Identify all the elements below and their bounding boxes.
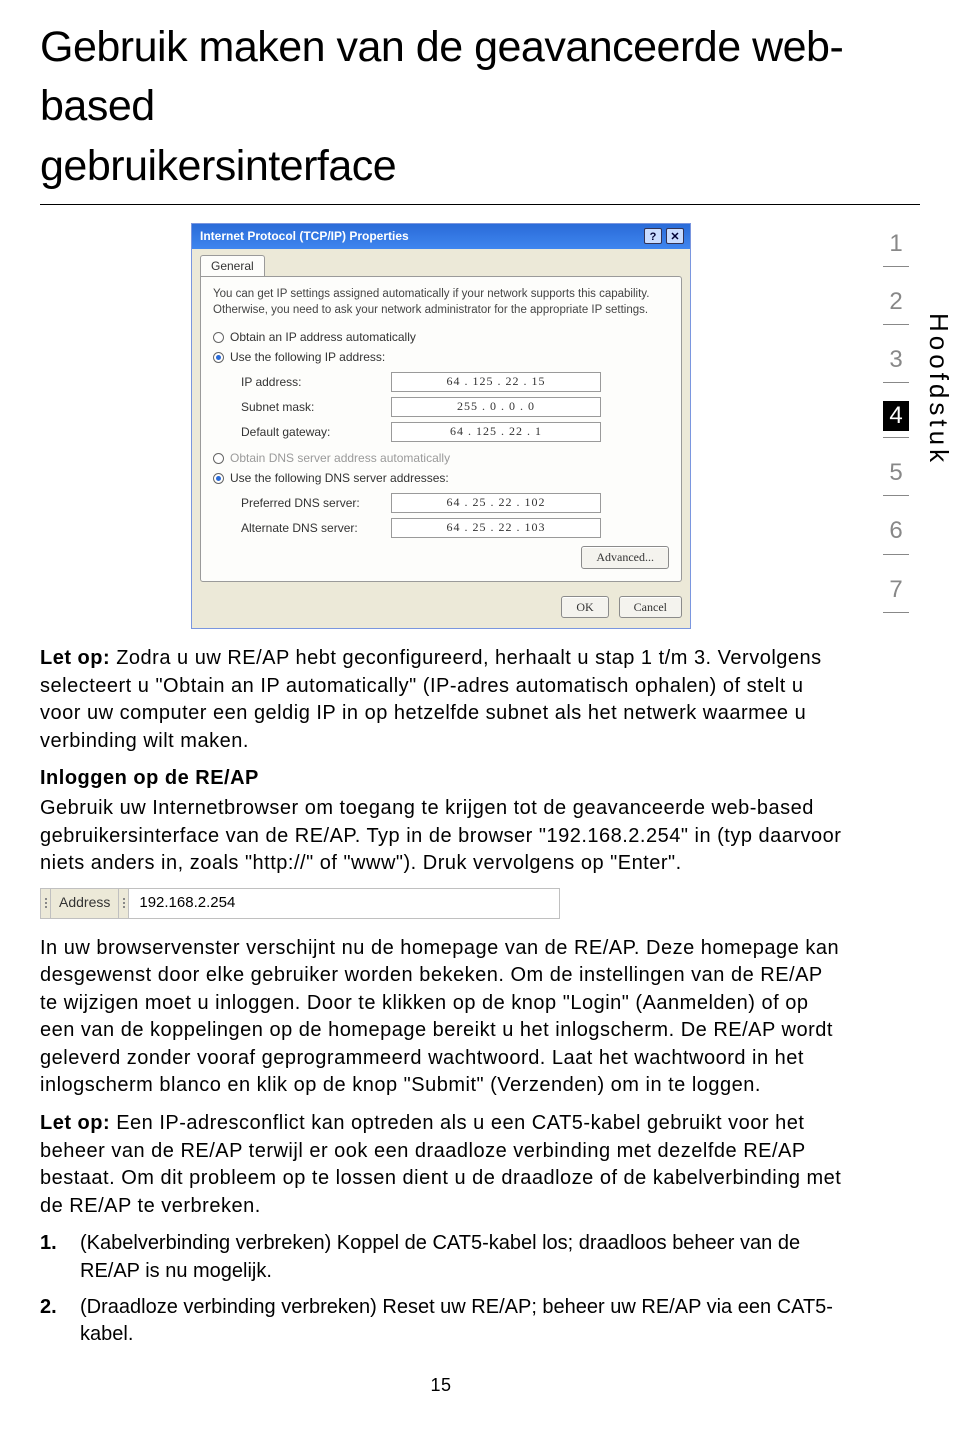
cancel-button[interactable]: Cancel (619, 596, 682, 619)
radio-use-ip[interactable]: Use the following IP address: (213, 349, 669, 366)
dns-fields-grid: Preferred DNS server: 64 . 25 . 22 . 102… (241, 493, 669, 538)
help-icon[interactable]: ? (644, 228, 662, 244)
input-subnet-mask[interactable]: 255 . 0 . 0 . 0 (391, 397, 601, 417)
browser-address-bar: Address 192.168.2.254 (40, 888, 560, 919)
chapter-num-3: 3 (866, 343, 926, 376)
dialog-body: You can get IP settings assigned automat… (200, 276, 682, 581)
heading-line2: gebruikersinterface (40, 137, 920, 196)
page-heading: Gebruik maken van de geavanceerde web-ba… (40, 18, 920, 205)
letop-text: Een IP-adresconflict kan optreden als u … (40, 1112, 841, 1217)
chapter-divider (883, 437, 909, 438)
letop-paragraph-1: Let op: Zodra u uw RE/AP hebt geconfigur… (40, 645, 842, 755)
chapter-sidebar: Hoofdstuk 1 2 3 4 5 6 7 (866, 227, 926, 631)
paragraph-homepage: In uw browservenster verschijnt nu de ho… (40, 935, 842, 1101)
chapter-divider (883, 554, 909, 555)
label-subnet-mask: Subnet mask: (241, 399, 391, 416)
heading-rule (40, 204, 920, 205)
label-pref-dns: Preferred DNS server: (241, 495, 391, 512)
grip-icon (119, 889, 129, 918)
chapter-num-1: 1 (866, 227, 926, 260)
radio-obtain-dns-label: Obtain DNS server address automatically (230, 450, 450, 467)
letop-paragraph-2: Let op: Een IP-adresconflict kan optrede… (40, 1110, 842, 1220)
ok-button[interactable]: OK (561, 596, 608, 619)
radio-use-dns-label: Use the following DNS server addresses: (230, 470, 449, 487)
close-icon[interactable]: ✕ (666, 228, 684, 244)
tcpip-properties-dialog: Internet Protocol (TCP/IP) Properties ? … (191, 223, 691, 629)
address-value[interactable]: 192.168.2.254 (129, 889, 559, 918)
input-default-gateway[interactable]: 64 . 125 . 22 . 1 (391, 422, 601, 442)
list-number: 2. (40, 1294, 62, 1349)
list-text: (Kabelverbinding verbreken) Koppel de CA… (80, 1230, 842, 1285)
page-number: 15 (40, 1373, 842, 1398)
radio-icon (213, 332, 224, 343)
letop-text: Zodra u uw RE/AP hebt geconfigureerd, he… (40, 647, 822, 752)
input-alt-dns[interactable]: 64 . 25 . 22 . 103 (391, 518, 601, 538)
chapter-num-4-current: 4 (883, 401, 909, 431)
paragraph-browser-instructions: Gebruik uw Internetbrowser om toegang te… (40, 795, 842, 878)
chapter-divider (883, 382, 909, 383)
list-item: 1. (Kabelverbinding verbreken) Koppel de… (40, 1230, 842, 1285)
letop-label: Let op: (40, 647, 110, 669)
radio-icon (213, 473, 224, 484)
chapter-divider (883, 266, 909, 267)
dialog-tabbar: General (192, 249, 690, 277)
tab-general[interactable]: General (200, 255, 265, 277)
dialog-button-row: OK Cancel (192, 590, 690, 629)
radio-icon (213, 453, 224, 464)
label-ip-address: IP address: (241, 374, 391, 391)
advanced-button[interactable]: Advanced... (581, 546, 669, 569)
chapter-label: Hoofdstuk (920, 313, 956, 466)
input-ip-address[interactable]: 64 . 125 . 22 . 15 (391, 372, 601, 392)
radio-icon (213, 352, 224, 363)
list-number: 1. (40, 1230, 62, 1285)
list-item: 2. (Draadloze verbinding verbreken) Rese… (40, 1294, 842, 1349)
letop-label: Let op: (40, 1112, 110, 1134)
chapter-num-7: 7 (866, 573, 926, 606)
radio-obtain-ip[interactable]: Obtain an IP address automatically (213, 329, 669, 346)
chapter-num-5: 5 (866, 456, 926, 489)
label-default-gateway: Default gateway: (241, 424, 391, 441)
radio-use-dns[interactable]: Use the following DNS server addresses: (213, 470, 669, 487)
numbered-list: 1. (Kabelverbinding verbreken) Koppel de… (40, 1230, 842, 1348)
radio-obtain-dns: Obtain DNS server address automatically (213, 450, 669, 467)
dialog-intro-text: You can get IP settings assigned automat… (213, 287, 669, 319)
list-text: (Draadloze verbinding verbreken) Reset u… (80, 1294, 842, 1349)
dialog-titlebar: Internet Protocol (TCP/IP) Properties ? … (192, 224, 690, 249)
chapter-divider (883, 612, 909, 613)
address-label: Address (51, 889, 119, 918)
input-pref-dns[interactable]: 64 . 25 . 22 . 102 (391, 493, 601, 513)
subheading-inloggen: Inloggen op de RE/AP (40, 765, 842, 793)
radio-obtain-ip-label: Obtain an IP address automatically (230, 329, 416, 346)
ip-fields-grid: IP address: 64 . 125 . 22 . 15 Subnet ma… (241, 372, 669, 442)
radio-use-ip-label: Use the following IP address: (230, 349, 385, 366)
chapter-divider (883, 495, 909, 496)
chapter-num-6: 6 (866, 514, 926, 547)
grip-icon (41, 889, 51, 918)
label-alt-dns: Alternate DNS server: (241, 520, 391, 537)
heading-line1: Gebruik maken van de geavanceerde web-ba… (40, 18, 920, 137)
dialog-title-text: Internet Protocol (TCP/IP) Properties (200, 228, 409, 245)
chapter-num-2: 2 (866, 285, 926, 318)
chapter-divider (883, 324, 909, 325)
